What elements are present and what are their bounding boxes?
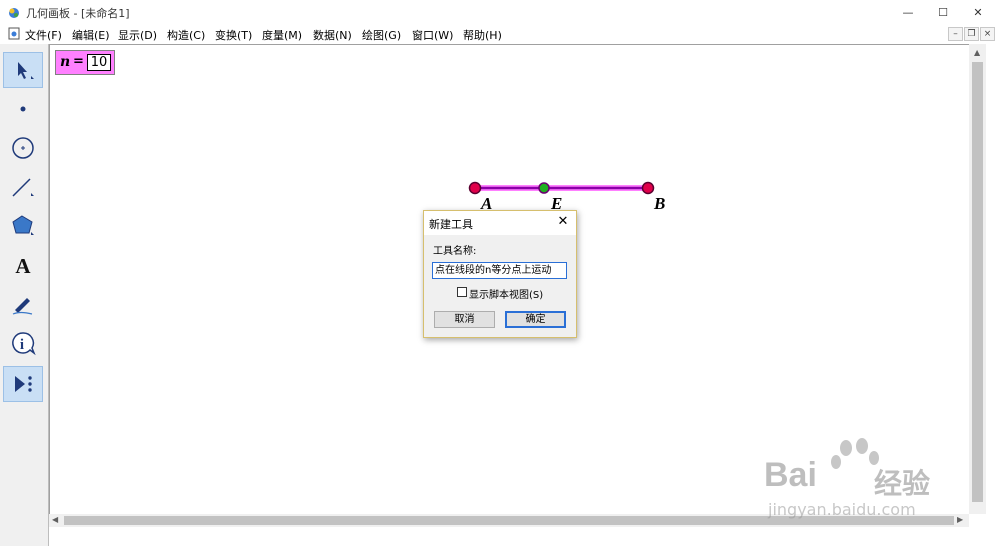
tool-straightedge[interactable] <box>3 169 43 205</box>
polygon-icon <box>12 215 34 235</box>
parameter-name: n <box>60 54 71 70</box>
point-a[interactable] <box>468 181 482 195</box>
watermark-brand-paw: du <box>844 466 871 491</box>
label-b[interactable]: B <box>654 194 665 214</box>
vertical-scroll-thumb[interactable] <box>972 62 983 502</box>
mdi-minimize-button[interactable]: – <box>948 27 963 41</box>
toolbox: A i <box>0 44 49 546</box>
svg-text:A: A <box>15 254 31 278</box>
minimize-button[interactable]: — <box>890 0 926 24</box>
menu-help[interactable]: 帮助(H) <box>463 27 502 43</box>
scroll-right-icon[interactable]: ▶ <box>957 515 963 524</box>
show-script-label[interactable]: 显示脚本视图(S) <box>469 286 543 301</box>
watermark-brand: Bai <box>764 456 817 494</box>
ok-button[interactable]: 确定 <box>505 311 566 328</box>
menu-bar: 文件(F) 编辑(E) 显示(D) 构造(C) 变换(T) 度量(M) 数据(N… <box>0 24 1000 44</box>
marker-pen-icon <box>12 298 33 315</box>
menu-display[interactable]: 显示(D) <box>118 27 157 43</box>
title-bar: 几何画板 - [未命名1] — ☐ ✕ <box>0 0 1000 24</box>
point-icon <box>20 106 26 112</box>
dialog-title: 新建工具 <box>429 218 473 231</box>
parameter-equals: = <box>73 54 84 69</box>
menu-measure[interactable]: 度量(M) <box>262 27 302 43</box>
tool-text[interactable]: A <box>3 247 43 283</box>
mdi-close-icon: × <box>983 29 992 39</box>
parameter-value[interactable]: 10 <box>87 54 111 71</box>
close-icon: ✕ <box>973 5 983 19</box>
tool-name-label: 工具名称: <box>433 246 477 257</box>
tool-arrow-select[interactable] <box>3 52 43 88</box>
show-script-checkbox[interactable] <box>457 287 467 297</box>
scroll-left-icon[interactable]: ◀ <box>52 515 58 524</box>
baidu-jingyan-watermark: Bai du 经验 jingyan.baidu.com <box>764 436 956 526</box>
vertical-scrollbar[interactable]: ▲ <box>969 44 986 514</box>
maximize-icon: ☐ <box>938 5 948 19</box>
tool-compass[interactable] <box>3 130 43 166</box>
close-button[interactable]: ✕ <box>960 0 996 24</box>
menu-file[interactable]: 文件(F) <box>25 27 62 43</box>
mdi-close-button[interactable]: × <box>980 27 995 41</box>
parameter-n[interactable]: n = 10 <box>55 50 115 75</box>
tool-polygon[interactable] <box>3 208 43 244</box>
mdi-minimize-icon: – <box>953 29 958 39</box>
compass-icon <box>12 137 34 159</box>
minimize-icon: — <box>902 5 914 19</box>
straightedge-icon <box>12 178 34 197</box>
text-icon: A <box>15 254 31 278</box>
tool-point[interactable] <box>3 91 43 127</box>
document-icon[interactable] <box>8 27 20 40</box>
scroll-up-icon[interactable]: ▲ <box>974 48 980 57</box>
tool-information[interactable]: i <box>3 325 43 361</box>
custom-tools-icon <box>15 376 32 392</box>
menu-construct[interactable]: 构造(C) <box>167 27 205 43</box>
tool-custom[interactable] <box>3 366 43 402</box>
tool-name-input[interactable]: 点在线段的n等分点上运动 <box>432 262 567 279</box>
cancel-button[interactable]: 取消 <box>434 311 495 328</box>
menu-edit[interactable]: 编辑(E) <box>72 27 110 43</box>
app-icon <box>9 8 19 18</box>
watermark-product: 经验 <box>874 467 931 500</box>
mdi-restore-button[interactable]: ❐ <box>964 27 979 41</box>
watermark-url: jingyan.baidu.com <box>768 500 916 519</box>
point-b[interactable] <box>641 181 655 195</box>
dialog-title-bar: 新建工具 ✕ <box>424 211 576 235</box>
svg-text:i: i <box>20 337 24 353</box>
menu-window[interactable]: 窗口(W) <box>412 27 453 43</box>
window-title: 几何画板 - [未命名1] <box>26 7 130 20</box>
point-e[interactable] <box>538 182 550 194</box>
menu-data[interactable]: 数据(N) <box>313 27 352 43</box>
maximize-button[interactable]: ☐ <box>925 0 961 24</box>
dialog-close-icon[interactable]: ✕ <box>555 214 571 230</box>
tool-marker[interactable] <box>3 286 43 322</box>
menu-graph[interactable]: 绘图(G) <box>362 27 401 43</box>
info-icon: i <box>12 332 36 356</box>
menu-transform[interactable]: 变换(T) <box>215 27 252 43</box>
arrow-pointer-icon <box>18 62 34 79</box>
new-tool-dialog: 新建工具 ✕ 工具名称: 点在线段的n等分点上运动 显示脚本视图(S) 取消 确… <box>423 210 577 338</box>
mdi-restore-icon: ❐ <box>967 29 976 39</box>
